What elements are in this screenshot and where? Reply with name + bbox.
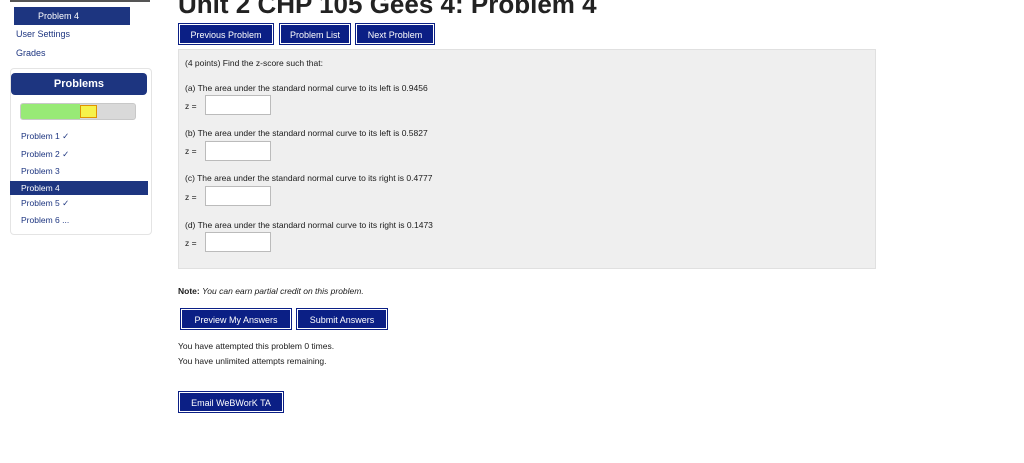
user-settings-link[interactable]: User Settings	[16, 29, 70, 39]
problems-panel-title: Problems	[11, 73, 147, 95]
part-b-label: z =	[185, 146, 197, 156]
page-title: Unit 2 CHP 105 Gees 4: Problem 4	[178, 0, 597, 19]
part-d-label: z =	[185, 238, 197, 248]
attempts-remaining: You have unlimited attempts remaining.	[178, 356, 327, 366]
problem-body	[178, 49, 876, 269]
part-b-answer-input[interactable]	[205, 141, 271, 161]
email-ta-button[interactable]: Email WeBWorK TA	[179, 392, 283, 412]
problem-list-item-5[interactable]: Problem 5 ✓	[10, 195, 148, 213]
submit-answers-button[interactable]: Submit Answers	[297, 309, 387, 329]
progress-partial	[80, 105, 98, 118]
part-c-text: (c) The area under the standard normal c…	[185, 173, 433, 183]
problem-intro: (4 points) Find the z-score such that:	[185, 58, 323, 68]
problem-list-item-3[interactable]: Problem 3	[10, 163, 148, 181]
partial-credit-note: Note: You can earn partial credit on thi…	[178, 286, 364, 296]
preview-answers-button[interactable]: Preview My Answers	[181, 309, 291, 329]
part-a-label: z =	[185, 101, 197, 111]
part-d-text: (d) The area under the standard normal c…	[185, 220, 433, 230]
progress-correct	[21, 104, 81, 119]
problem-list-item-1[interactable]: Problem 1 ✓	[10, 128, 148, 146]
progress-bar	[20, 103, 136, 120]
problem-list: Problem 1 ✓ Problem 2 ✓ Problem 3 Proble…	[10, 128, 148, 230]
problem-list-item-2[interactable]: Problem 2 ✓	[10, 146, 148, 164]
problem-list-button[interactable]: Problem List	[280, 24, 350, 44]
part-b-text: (b) The area under the standard normal c…	[185, 128, 428, 138]
part-a-answer-input[interactable]	[205, 95, 271, 115]
note-label: Note:	[178, 286, 200, 296]
part-c-answer-input[interactable]	[205, 186, 271, 206]
problem-list-item-6[interactable]: Problem 6 ...	[10, 212, 148, 230]
sidebar-current-problem[interactable]: Problem 4	[14, 7, 130, 25]
part-d-answer-input[interactable]	[205, 232, 271, 252]
previous-problem-button[interactable]: Previous Problem	[179, 24, 273, 44]
problem-list-item-4[interactable]: Problem 4	[10, 180, 148, 195]
note-text: You can earn partial credit on this prob…	[202, 286, 364, 296]
grades-link[interactable]: Grades	[16, 48, 46, 58]
next-problem-button[interactable]: Next Problem	[356, 24, 434, 44]
attempts-count: You have attempted this problem 0 times.	[178, 341, 335, 351]
part-a-text: (a) The area under the standard normal c…	[185, 83, 428, 93]
sidebar-top-border	[10, 0, 150, 5]
part-c-label: z =	[185, 192, 197, 202]
